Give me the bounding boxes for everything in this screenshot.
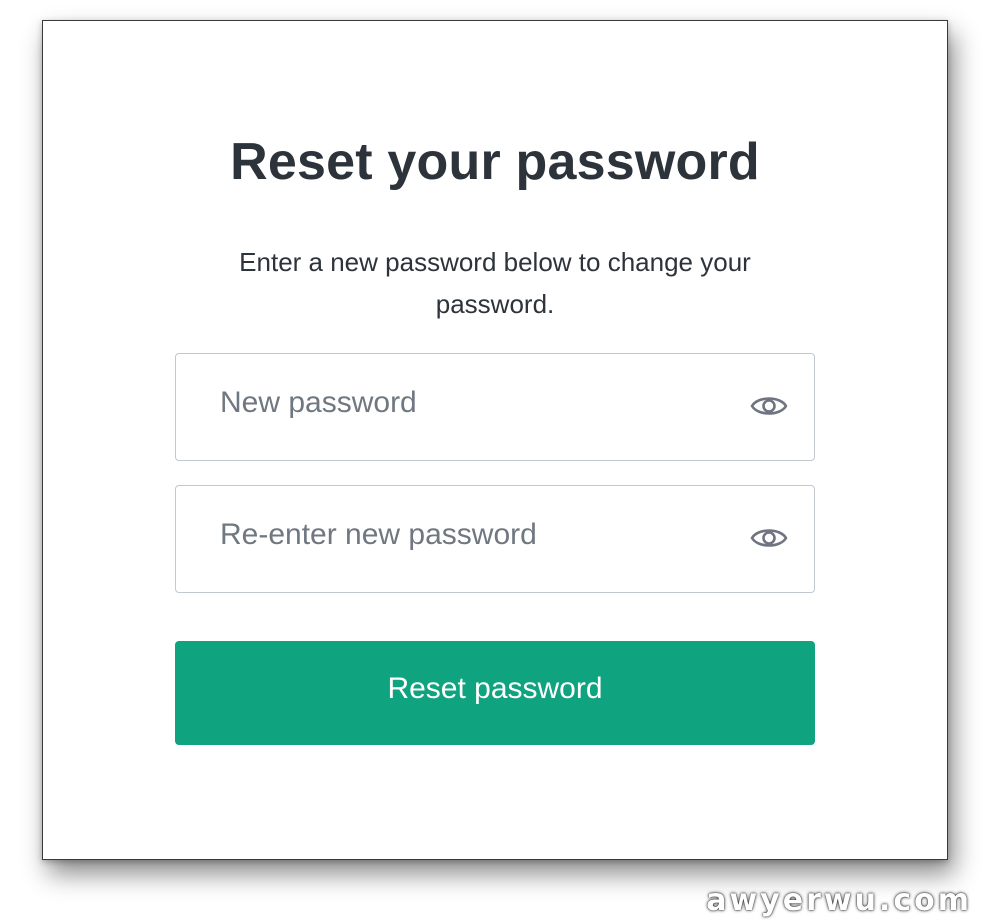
watermark: awyerwu.com — [706, 883, 972, 918]
new-password-field — [175, 353, 815, 461]
page-subtitle: Enter a new password below to change you… — [239, 247, 751, 319]
page-title: Reset your password — [230, 133, 760, 191]
new-password-input[interactable] — [176, 354, 814, 460]
confirm-password-field — [175, 485, 815, 593]
reset-password-card: Reset your password Enter a new password… — [42, 20, 948, 860]
confirm-password-input[interactable] — [176, 486, 814, 592]
eye-icon[interactable] — [748, 520, 790, 556]
reset-password-button[interactable]: Reset password — [175, 641, 815, 745]
eye-icon[interactable] — [748, 388, 790, 424]
page: Reset your password Enter a new password… — [0, 0, 990, 924]
